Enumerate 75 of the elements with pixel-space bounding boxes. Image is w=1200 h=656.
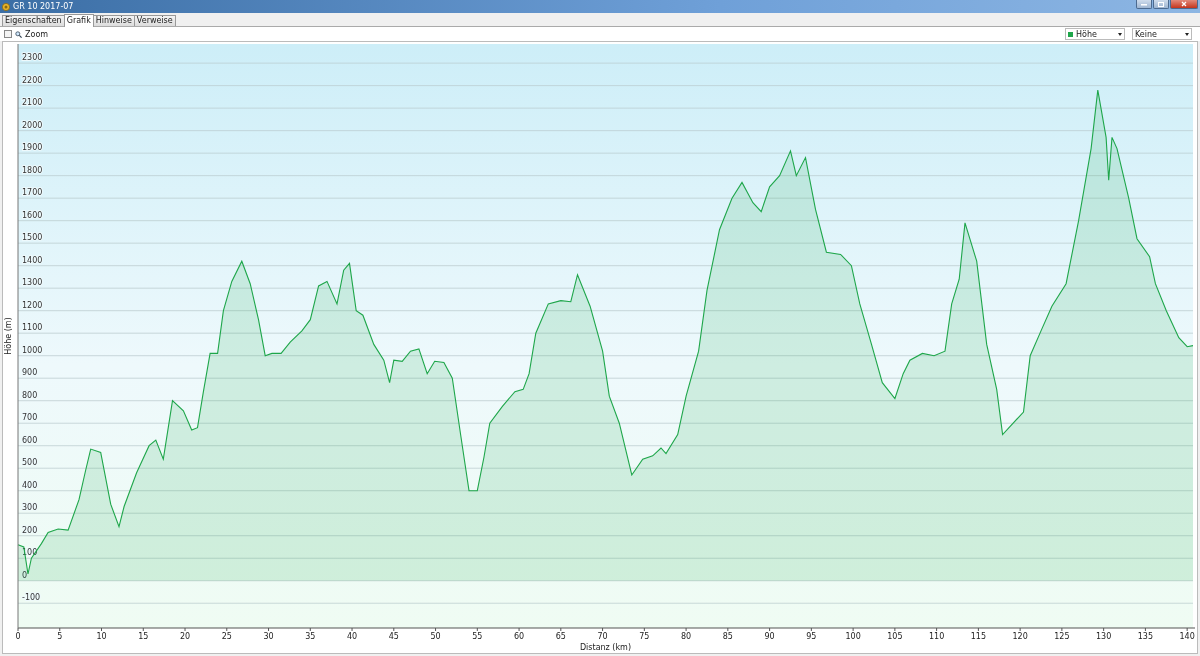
tick-label: 55 xyxy=(472,632,483,641)
tick-label: 15 xyxy=(138,632,149,641)
axis-title: Höhe (m) xyxy=(4,317,13,355)
maximize-icon xyxy=(1158,1,1164,7)
app-icon xyxy=(2,2,10,11)
tick-label: 500 xyxy=(22,458,38,468)
caret-icon xyxy=(1185,32,1189,36)
tab[interactable]: Eigenschaften xyxy=(2,15,65,26)
tick-label: 2200 xyxy=(22,75,43,85)
tick-label: 105 xyxy=(887,632,903,641)
tick-label: 600 xyxy=(22,435,38,445)
tick-label: 2100 xyxy=(22,98,43,108)
dropdown[interactable]: Keine xyxy=(1132,28,1192,40)
tick-label: 1100 xyxy=(22,323,43,333)
tick-label: 1200 xyxy=(22,300,43,310)
color-swatch xyxy=(1068,31,1073,37)
tick-label: 1000 xyxy=(22,345,43,355)
tick-label: 1700 xyxy=(22,188,43,198)
tick-label: 120 xyxy=(1012,632,1028,641)
tick-label: 1400 xyxy=(22,255,43,265)
maximize-button[interactable] xyxy=(1153,0,1169,9)
tick-label: 50 xyxy=(430,632,441,641)
tick-label: 2000 xyxy=(22,120,43,130)
tick-label: 1900 xyxy=(22,143,43,153)
tick-label: 200 xyxy=(22,525,38,535)
tick-label: 10 xyxy=(96,632,107,641)
tick-label: 85 xyxy=(722,632,733,641)
minimize-icon xyxy=(1141,2,1147,6)
tick-label: 400 xyxy=(22,480,38,490)
tick-label: 900 xyxy=(22,368,38,378)
tick-label: 0 xyxy=(15,632,21,641)
tick-label: 135 xyxy=(1137,632,1154,641)
checkbox[interactable] xyxy=(4,30,12,38)
tick-label: 1500 xyxy=(22,233,43,243)
caret-icon xyxy=(1118,32,1122,36)
tick-label: 130 xyxy=(1096,632,1112,641)
tick-label: 125 xyxy=(1054,632,1070,641)
tab[interactable]: Verweise xyxy=(133,15,176,26)
tick-label: -100 xyxy=(22,593,41,603)
tick-label: 300 xyxy=(22,503,38,513)
tick-label: 70 xyxy=(597,632,608,641)
axis-title: Distanz (km) xyxy=(579,643,632,652)
tick-label: 5 xyxy=(57,632,63,641)
tick-label: 30 xyxy=(263,632,274,641)
window-title: GR 10 2017-07 xyxy=(13,1,75,13)
tick-label: 60 xyxy=(513,632,525,641)
tick-label: 110 xyxy=(929,632,945,641)
tick-label: 1600 xyxy=(22,210,43,220)
tick-label: 45 xyxy=(388,632,399,641)
tick-label: 140 xyxy=(1179,632,1195,641)
zoom-label: Zoom xyxy=(25,29,49,39)
close-icon xyxy=(1181,1,1187,7)
tick-label: 65 xyxy=(555,632,566,641)
tick-label: 35 xyxy=(305,632,316,641)
tick-label: 75 xyxy=(639,632,650,641)
tab[interactable]: Grafik xyxy=(63,14,94,27)
minimize-button[interactable] xyxy=(1136,0,1152,9)
tick-label: 115 xyxy=(970,632,986,641)
tick-label: 40 xyxy=(346,632,358,641)
tick-label: 700 xyxy=(22,413,38,423)
tick-label: 20 xyxy=(179,632,191,641)
tick-label: 25 xyxy=(221,632,232,641)
tick-label: 90 xyxy=(764,632,775,641)
tick-label: 100 xyxy=(845,632,861,641)
dropdown[interactable]: Höhe xyxy=(1065,28,1125,40)
tick-label: 95 xyxy=(806,632,817,641)
tick-label: 0 xyxy=(22,570,28,580)
tick-label: 1800 xyxy=(22,165,43,175)
tick-label: 80 xyxy=(681,632,692,641)
tick-label: 1300 xyxy=(22,278,43,288)
magnifier-icon xyxy=(15,30,22,38)
tab[interactable]: Hinweise xyxy=(92,15,135,26)
tick-label: 2300 xyxy=(22,53,43,63)
close-button[interactable] xyxy=(1170,0,1198,9)
tick-label: 800 xyxy=(22,390,38,400)
